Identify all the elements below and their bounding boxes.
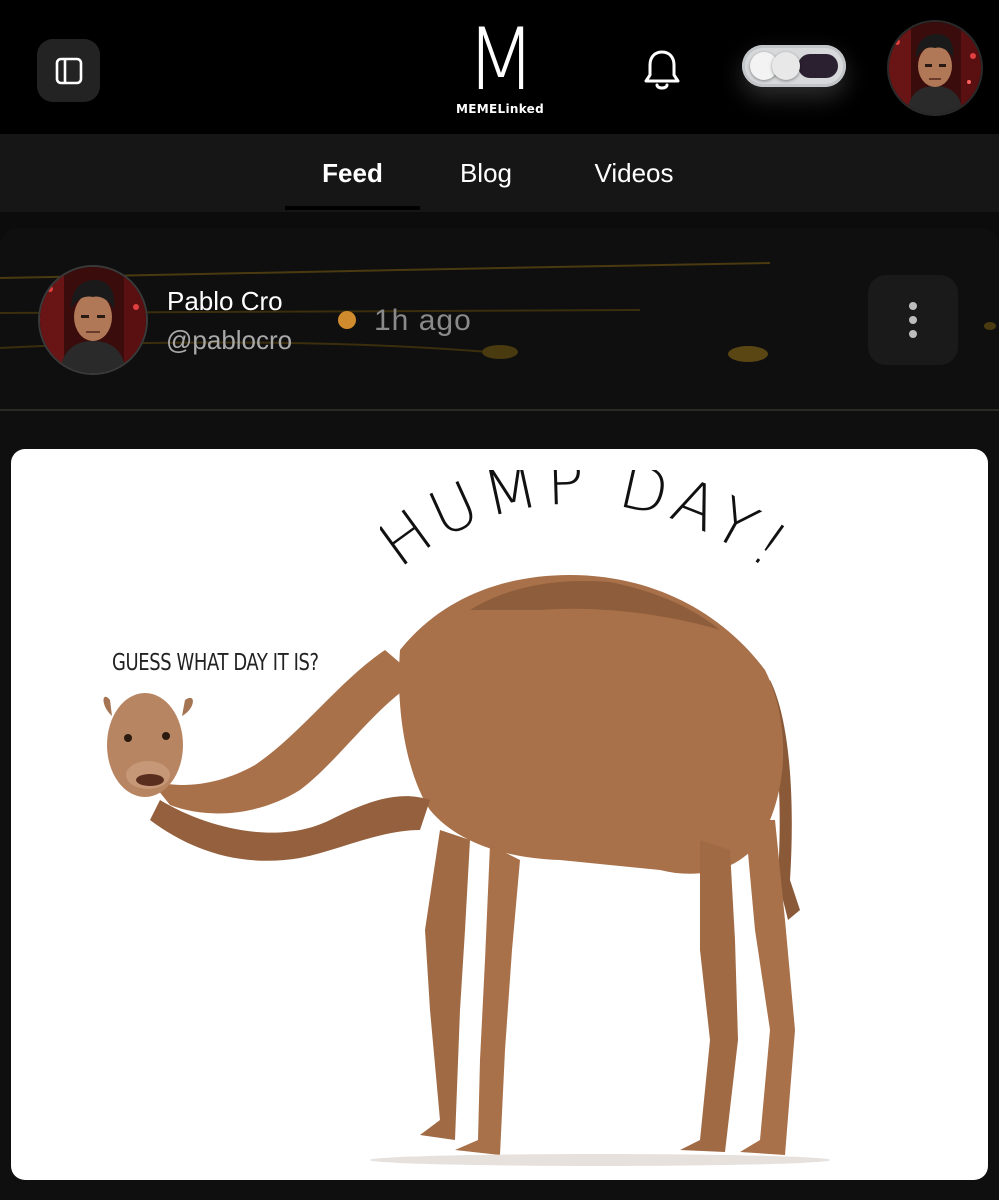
meme-speech-text: GUESS WHAT DAY IT IS? — [112, 650, 319, 676]
meme-title-text: HUMP DAY! — [365, 445, 799, 585]
meme-title-arc: HUMP DAY! — [365, 445, 800, 585]
post-header-background — [0, 228, 999, 418]
toggle-knob-secondary — [772, 52, 800, 80]
decorative-lines — [0, 262, 999, 411]
bell-icon — [644, 50, 680, 90]
more-vertical-icon — [909, 302, 917, 338]
post-options-button[interactable] — [868, 275, 958, 365]
svg-text:HUMP DAY!: HUMP DAY! — [380, 470, 800, 585]
tab-bar: Feed Blog Videos — [0, 134, 999, 212]
tab-blog[interactable]: Blog — [430, 134, 542, 212]
tab-feed[interactable]: Feed — [285, 134, 420, 212]
author-name[interactable]: Pablo Cro — [167, 286, 283, 317]
meme-title: HUMP DAY! — [365, 445, 800, 610]
notifications-button[interactable] — [636, 44, 688, 96]
post-timestamp: 1h ago — [374, 304, 472, 337]
avatar-image — [889, 22, 981, 114]
status-dot — [338, 311, 356, 329]
tab-videos[interactable]: Videos — [570, 134, 698, 212]
author-handle[interactable]: @pablocro — [166, 325, 292, 356]
app-logo[interactable]: M MEMELinked — [440, 10, 560, 118]
top-header: M MEMELinked — [0, 0, 999, 134]
active-tab-indicator — [285, 206, 420, 210]
theme-toggle[interactable] — [742, 45, 846, 87]
toggle-track — [798, 54, 838, 78]
sidebar-toggle-button[interactable] — [37, 39, 100, 102]
author-avatar[interactable] — [38, 265, 148, 375]
logo-letter: M — [465, 10, 536, 110]
sidebar-toggle-icon — [55, 57, 82, 84]
profile-avatar[interactable] — [887, 20, 983, 116]
author-avatar-image — [40, 267, 146, 373]
